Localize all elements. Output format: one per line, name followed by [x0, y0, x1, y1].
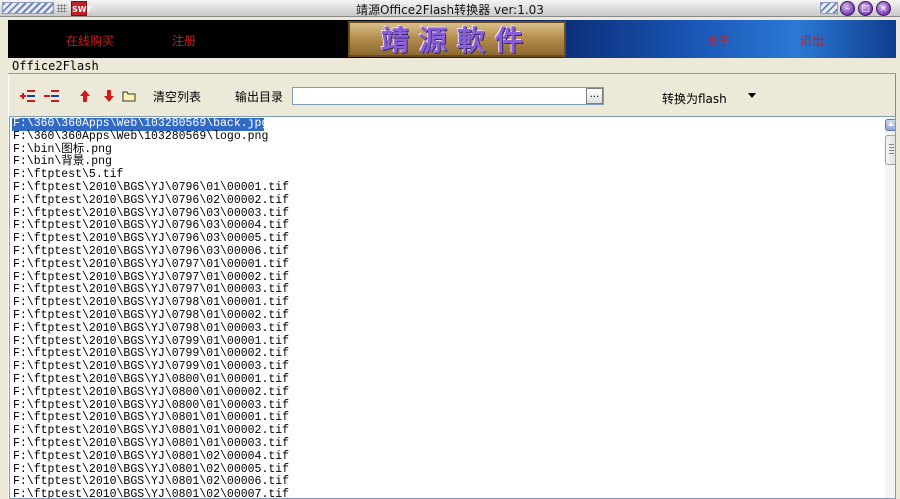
title-bar[interactable]: SWF 靖源Office2Flash转换器 ver:1.03 – □ ×	[0, 0, 900, 17]
folder-icon[interactable]	[122, 89, 138, 103]
exit-link[interactable]: 退出	[800, 32, 824, 49]
list-item[interactable]: F:\ftptest\2010\BGS\YJ\0798\01\00003.tif	[12, 322, 880, 336]
list-item[interactable]: F:\ftptest\2010\BGS\YJ\0801\01\00003.tif	[12, 437, 880, 451]
list-item[interactable]: F:\ftptest\2010\BGS\YJ\0801\01\00002.tif	[12, 424, 880, 438]
list-item[interactable]: F:\ftptest\2010\BGS\YJ\0800\01\00001.tif	[12, 373, 880, 387]
about-link[interactable]: 关于	[706, 32, 730, 49]
output-dir-label: 输出目录	[235, 90, 284, 104]
scroll-up-button[interactable]	[885, 119, 895, 131]
maximize-button[interactable]: □	[858, 1, 873, 16]
title-bar-grip-right	[820, 2, 838, 14]
list-item[interactable]: F:\360\360Apps\Web\103280569\back.jpg	[12, 117, 268, 131]
list-item[interactable]: F:\bin\背景.png	[12, 156, 880, 169]
list-item[interactable]: F:\ftptest\2010\BGS\YJ\0801\02\00004.tif	[12, 450, 880, 464]
brand-logo: 靖源軟件	[348, 21, 566, 57]
remove-files-icon[interactable]	[44, 89, 60, 103]
output-dir-input[interactable]	[292, 87, 604, 105]
list-item[interactable]: F:\bin\图标.png	[12, 143, 880, 157]
close-button[interactable]: ×	[876, 1, 891, 16]
window-title: 靖源Office2Flash转换器 ver:1.03	[356, 3, 544, 17]
vertical-scrollbar[interactable]	[885, 117, 895, 498]
window-controls: – □ ×	[840, 1, 891, 16]
register-link[interactable]: 注册	[172, 32, 196, 49]
header-banner: 在线购买 注册 靖源軟件 关于 退出	[8, 20, 896, 58]
tab-office2flash[interactable]: Office2Flash	[12, 59, 99, 73]
arrow-down-icon[interactable]	[102, 89, 118, 103]
list-item[interactable]: F:\ftptest\2010\BGS\YJ\0796\02\00002.tif	[12, 194, 880, 208]
chevron-down-icon[interactable]	[748, 93, 756, 98]
buy-online-link[interactable]: 在线购买	[66, 32, 114, 49]
list-item[interactable]: F:\ftptest\2010\BGS\YJ\0800\01\00002.tif	[12, 386, 880, 400]
browse-button[interactable]: ...	[586, 88, 603, 104]
arrow-up-icon[interactable]	[78, 89, 94, 103]
scroll-thumb[interactable]	[885, 135, 895, 165]
logo-text: 靖源軟件	[380, 24, 533, 57]
list-item[interactable]: F:\ftptest\2010\BGS\YJ\0801\02\00007.tif	[12, 488, 880, 498]
list-item[interactable]: F:\ftptest\2010\BGS\YJ\0797\01\00001.tif	[12, 258, 880, 272]
add-files-icon[interactable]	[20, 89, 36, 103]
list-item[interactable]: F:\ftptest\2010\BGS\YJ\0796\03\00006.tif	[12, 245, 880, 259]
file-list[interactable]: F:\360\360Apps\Web\103280569\back.jpg F:\…	[9, 116, 896, 499]
file-list-items: F:\360\360Apps\Web\103280569\back.jpg F:\…	[12, 117, 880, 498]
list-item[interactable]: F:\ftptest\2010\BGS\YJ\0798\01\00002.tif	[12, 309, 880, 323]
minimize-button[interactable]: –	[840, 1, 855, 16]
clear-list-button[interactable]: 清空列表	[153, 88, 201, 105]
list-item[interactable]: F:\ftptest\2010\BGS\YJ\0796\01\00001.tif	[12, 181, 880, 195]
convert-to-flash-button[interactable]: 转换为flash	[662, 90, 727, 107]
list-item[interactable]: F:\360\360Apps\Web\103280569\logo.png	[12, 130, 880, 144]
